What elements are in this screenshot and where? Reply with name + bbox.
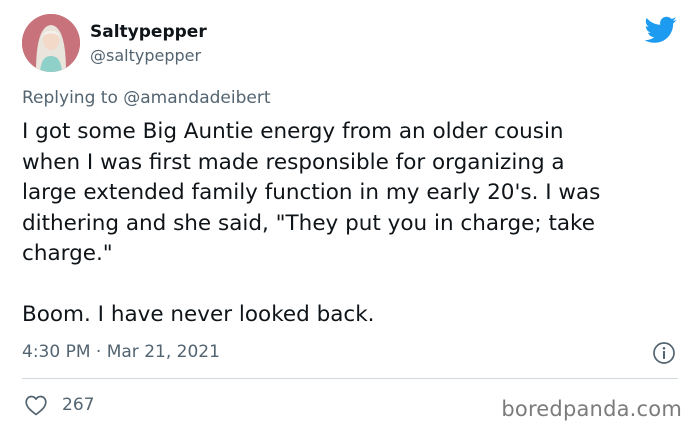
reply-mention-link[interactable]: @amandadeibert [123, 88, 270, 108]
watermark: boredpanda.com [501, 397, 682, 421]
avatar-illustration [22, 14, 80, 72]
display-name[interactable]: Saltypepper [90, 22, 207, 42]
tweet-timestamp[interactable]: 4:30 PM · Mar 21, 2021 [22, 342, 220, 362]
user-handle[interactable]: @saltypepper [90, 46, 201, 65]
tweet-text: I got some Big Auntie energy from an old… [22, 119, 601, 327]
like-count: 267 [62, 395, 95, 415]
divider [22, 378, 678, 379]
replying-to: Replying to @amandadeibert [22, 88, 271, 108]
twitter-bird-icon[interactable] [645, 16, 677, 44]
avatar[interactable] [22, 14, 80, 72]
heart-icon[interactable] [24, 394, 48, 416]
replying-to-label: Replying to [22, 88, 124, 108]
info-icon[interactable] [652, 341, 676, 365]
